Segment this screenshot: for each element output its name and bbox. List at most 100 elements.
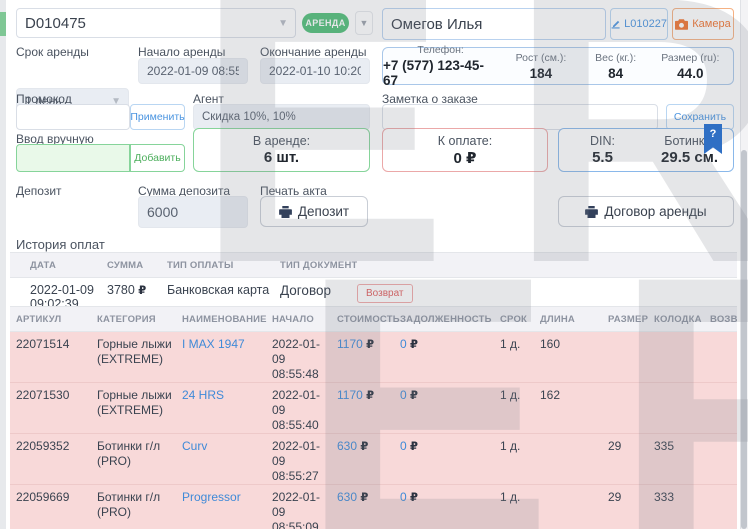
item-price: 1170 ₽ xyxy=(337,337,400,352)
order-dropdown-button[interactable]: ▼ xyxy=(355,11,373,35)
rental-start-label: Начало аренды xyxy=(138,45,225,59)
items-table-row: 22071530Горные лыжи (EXTREME)24 HRS2022-… xyxy=(10,383,737,434)
item-name-link[interactable]: Curv xyxy=(182,439,272,454)
ruble-sign: ₽ xyxy=(366,390,374,402)
in-rent-box: В аренде: 6 шт. xyxy=(193,128,370,172)
item-last: 335 xyxy=(654,439,710,454)
items-table-header: АРТИКУЛКАТЕГОРИЯНАИМЕНОВАНИЕНАЧАЛОСТОИМО… xyxy=(10,306,737,332)
din-label: DIN: xyxy=(590,134,615,148)
item-debt-amount[interactable]: 0 xyxy=(400,388,407,402)
weight-label: Вес (кг.): xyxy=(595,52,636,64)
item-size: 29 xyxy=(608,439,654,454)
item-debt-amount[interactable]: 0 xyxy=(400,490,407,504)
item-term: 1 д. xyxy=(500,490,540,505)
item-term: 1 д. xyxy=(500,337,540,352)
items-table: АРТИКУЛКАТЕГОРИЯНАИМЕНОВАНИЕНАЧАЛОСТОИМО… xyxy=(10,306,737,529)
to-pay-value: 0 ₽ xyxy=(454,149,477,167)
client-code-button[interactable]: L010227 xyxy=(610,8,668,40)
order-number-select[interactable]: D010475 ▼ xyxy=(16,8,296,38)
item-category: Ботинки г/л (PRO) xyxy=(97,490,182,520)
item-price-amount[interactable]: 1170 xyxy=(337,388,363,402)
item-debt-amount[interactable]: 0 xyxy=(400,439,407,453)
phone-label: Телефон: xyxy=(417,44,463,56)
printer-icon xyxy=(279,206,292,218)
deposit-label: Депозит xyxy=(16,184,62,198)
height-value: 184 xyxy=(530,66,553,81)
deposit-print-label: Депозит xyxy=(298,204,349,219)
payment-amount-value: 3780 xyxy=(107,283,135,297)
item-length: 160 xyxy=(540,337,608,352)
items-table-row: 22059352Ботинки г/л (PRO)Curv2022-01-09 … xyxy=(10,434,737,485)
left-edge-strip xyxy=(0,0,6,529)
item-sku: 22059352 xyxy=(16,439,97,454)
camera-icon xyxy=(675,19,688,30)
payment-column-header: ДАТА xyxy=(30,260,107,271)
items-column-header: СТОИМОСТЬ xyxy=(337,314,400,325)
promo-input[interactable] xyxy=(16,104,130,130)
height-label: Рост (см.): xyxy=(516,52,567,64)
item-debt: 0 ₽ xyxy=(400,439,500,454)
item-debt-amount[interactable]: 0 xyxy=(400,337,407,351)
client-name-input[interactable] xyxy=(382,8,606,40)
item-length: 162 xyxy=(540,388,608,403)
contract-print-button[interactable]: Договор аренды xyxy=(558,196,734,227)
payment-column-header: СУММА xyxy=(107,260,167,271)
items-column-header: ВОЗВРАТ xyxy=(710,314,737,325)
item-size: 29 xyxy=(608,490,654,505)
item-price: 1170 ₽ xyxy=(337,388,400,403)
item-price-amount[interactable]: 630 xyxy=(337,490,357,504)
in-rent-value: 6 шт. xyxy=(264,149,299,166)
rental-term-label: Срок аренды xyxy=(16,45,89,59)
item-price-amount[interactable]: 1170 xyxy=(337,337,363,351)
note-input[interactable] xyxy=(382,104,658,130)
deposit-amount-input[interactable] xyxy=(138,196,248,228)
items-column-header: НАИМЕНОВАНИЕ xyxy=(182,314,272,325)
ruble-sign: ₽ xyxy=(360,441,368,453)
item-name-link[interactable]: 24 HRS xyxy=(182,388,272,403)
rental-end-label: Окончание аренды xyxy=(260,45,367,59)
items-column-header: КОЛОДКА xyxy=(654,314,710,325)
rental-start-input[interactable] xyxy=(138,58,248,84)
client-weight: Вес (кг.): 84 xyxy=(584,52,648,81)
client-size: Размер (ru): 44.0 xyxy=(648,52,733,81)
scrollbar-thumb[interactable] xyxy=(741,150,747,529)
items-column-header: АРТИКУЛ xyxy=(16,314,97,325)
ruble-sign: ₽ xyxy=(410,390,418,402)
items-column-header: НАЧАЛО xyxy=(272,314,337,325)
camera-button[interactable]: Камера xyxy=(672,8,734,40)
manual-add-button[interactable]: Добавить xyxy=(130,144,185,172)
items-table-body: 22071514Горные лыжи (EXTREME)I MAX 19472… xyxy=(10,332,737,529)
ruble-sign: ₽ xyxy=(138,285,146,297)
items-table-row: 22071514Горные лыжи (EXTREME)I MAX 19472… xyxy=(10,332,737,383)
item-name-link[interactable]: I MAX 1947 xyxy=(182,337,272,352)
items-column-header: КАТЕГОРИЯ xyxy=(97,314,182,325)
rental-end-input[interactable] xyxy=(260,58,370,84)
item-price-amount[interactable]: 630 xyxy=(337,439,357,453)
promo-apply-button[interactable]: Применить xyxy=(130,104,185,130)
edit-icon xyxy=(611,19,620,30)
payment-history-title: История оплат xyxy=(16,237,105,252)
item-start: 2022-01-09 08:55:27 xyxy=(272,439,337,484)
in-rent-label: В аренде: xyxy=(253,134,310,148)
item-debt: 0 ₽ xyxy=(400,490,500,505)
contract-print-label: Договор аренды xyxy=(604,204,706,219)
agent-input[interactable] xyxy=(193,104,370,130)
chevron-down-icon: ▼ xyxy=(278,18,288,29)
camera-button-label: Камера xyxy=(692,18,730,30)
item-sku: 22071530 xyxy=(16,388,97,403)
item-start: 2022-01-09 08:55:09 xyxy=(272,490,337,529)
rental-order-panel: D010475 ▼ АРЕНДА ▼ L010227 Камера Срок а… xyxy=(0,0,748,529)
item-name-link[interactable]: Progressor xyxy=(182,490,272,505)
refund-button[interactable]: Возврат xyxy=(357,284,413,303)
item-category: Горные лыжи (EXTREME) xyxy=(97,388,182,418)
note-save-button[interactable]: Сохранить xyxy=(666,104,734,130)
deposit-print-button[interactable]: Депозит xyxy=(260,196,368,227)
item-category: Горные лыжи (EXTREME) xyxy=(97,337,182,367)
payment-table-header: ДАТАСУММАТИП ОПЛАТЫТИП ДОКУМЕНТА xyxy=(10,252,737,278)
manual-entry-input[interactable] xyxy=(16,144,130,172)
size-value: 44.0 xyxy=(677,66,703,81)
payment-column-header: ТИП ОПЛАТЫ xyxy=(167,260,280,271)
client-code-label: L010227 xyxy=(624,18,667,30)
payment-type: Банковская карта xyxy=(167,283,280,297)
item-category: Ботинки г/л (PRO) xyxy=(97,439,182,469)
